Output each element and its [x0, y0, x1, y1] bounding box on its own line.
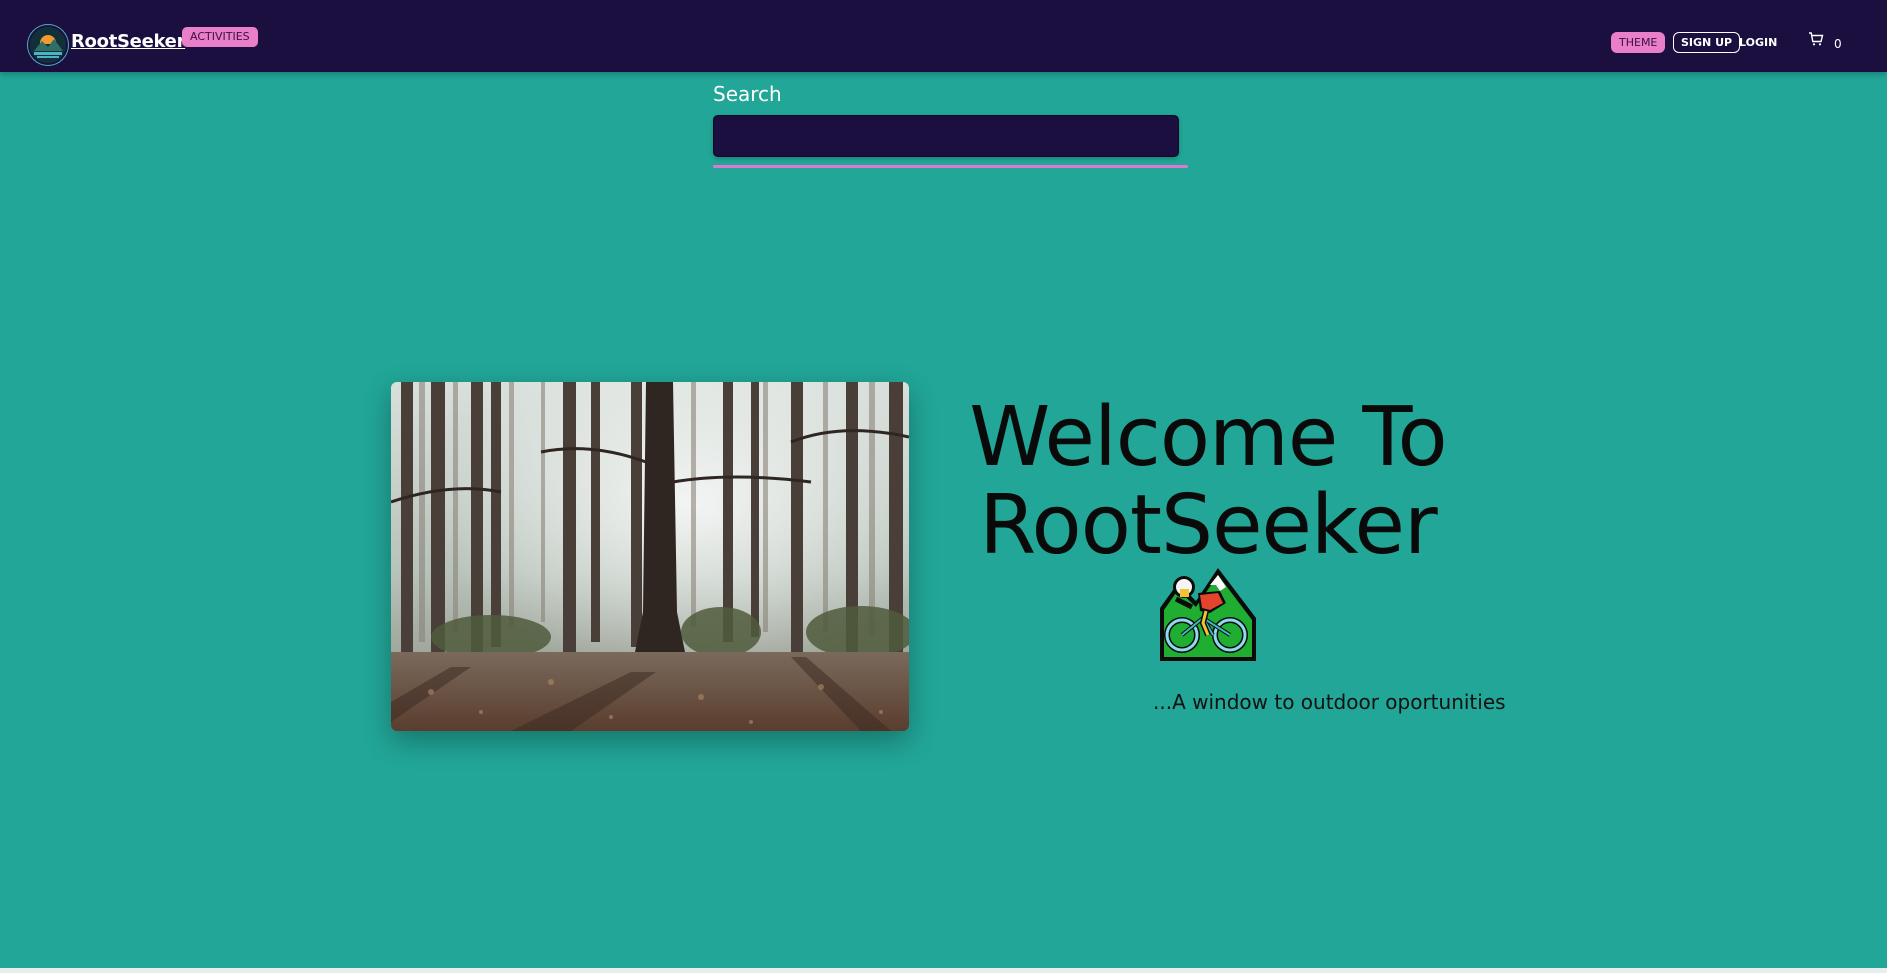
login-button[interactable]: LOGIN: [1739, 36, 1777, 49]
welcome-title: Welcome To RootSeeker: [969, 390, 1447, 573]
rootseeker-logo-icon[interactable]: [28, 25, 68, 65]
search-underline: [713, 165, 1188, 168]
mountain-biker-icon: [1158, 563, 1258, 663]
theme-button[interactable]: THEME: [1611, 32, 1666, 53]
activities-button[interactable]: ACTIVITIES: [182, 27, 258, 47]
search-label: Search: [713, 82, 782, 106]
tagline: ...A window to outdoor oportunities: [1153, 690, 1506, 714]
brand-name[interactable]: RootSeeker: [71, 31, 185, 52]
sign-up-button[interactable]: SIGN UP: [1673, 32, 1741, 53]
cart-icon[interactable]: [1808, 31, 1824, 47]
forest-hero-image: [391, 382, 909, 731]
bottom-scrollbar: [0, 968, 1887, 973]
search-input[interactable]: [713, 115, 1179, 157]
cart-count: 0: [1834, 37, 1842, 51]
top-navbar: RootSeeker ACTIVITIES THEME SIGN UP LOGI…: [0, 0, 1887, 72]
